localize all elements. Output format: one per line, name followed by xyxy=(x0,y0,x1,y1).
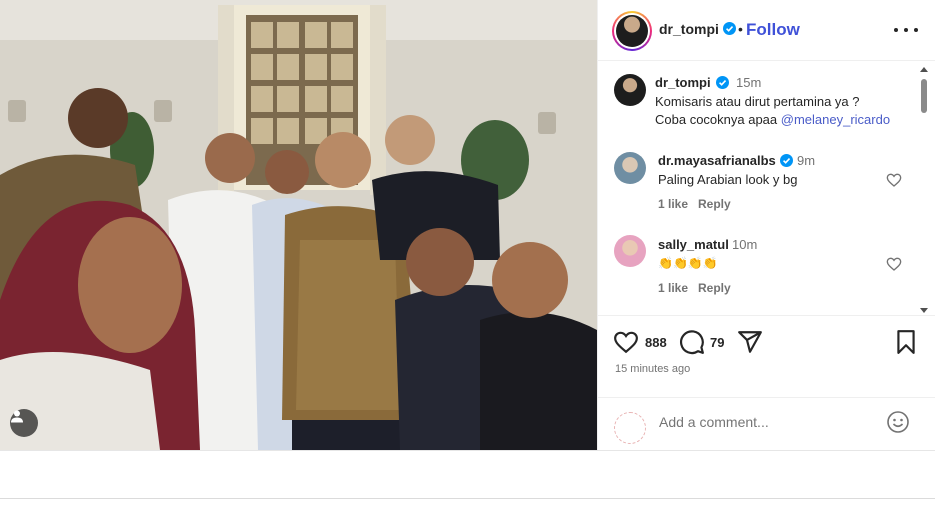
user-tag-icon xyxy=(11,410,23,423)
comment-text: Paling Arabian look y bg xyxy=(658,172,798,187)
more-options-icon[interactable] xyxy=(894,22,918,38)
user-tag-button[interactable] xyxy=(10,409,38,437)
comments-scrollbar[interactable] xyxy=(919,67,929,313)
caption-line-2-text: Coba cocoknya apaa xyxy=(655,112,781,127)
verified-badge-icon xyxy=(722,22,736,35)
heart-icon[interactable] xyxy=(613,329,639,355)
reply-button[interactable]: Reply xyxy=(698,281,731,295)
caption-time: 15m xyxy=(736,75,762,90)
scroll-down-arrow[interactable] xyxy=(920,308,928,313)
follow-button[interactable]: Follow xyxy=(746,20,800,40)
group-selfie-image xyxy=(0,0,597,450)
comment-input[interactable] xyxy=(659,414,869,430)
add-comment-bar xyxy=(598,397,935,451)
reply-button[interactable]: Reply xyxy=(698,197,731,211)
verified-badge-icon xyxy=(716,76,729,89)
posted-time[interactable]: 15 minutes ago xyxy=(615,363,690,375)
mention-link[interactable]: @melaney_ricardo xyxy=(781,112,890,127)
scroll-up-arrow[interactable] xyxy=(920,67,928,72)
comment-text: 👏👏👏👏 xyxy=(658,256,718,270)
comment-avatar[interactable] xyxy=(614,152,646,184)
caption-line-2: Coba cocoknya apaa @melaney_ricardo xyxy=(655,112,890,127)
comment-heart-icon[interactable] xyxy=(886,256,902,272)
post-side-panel: dr_tompi • Follow dr_tompi 15m Komisaris… xyxy=(597,0,935,450)
comment-likes[interactable]: 1 like xyxy=(658,281,688,295)
author-avatar[interactable] xyxy=(612,11,652,51)
comment-username[interactable]: sally_matul xyxy=(658,237,729,252)
comment-username[interactable]: dr.mayasafrianalbs xyxy=(658,153,776,168)
paper-plane-icon[interactable] xyxy=(737,329,763,355)
post-actions: 888 79 15 minutes ago xyxy=(598,315,935,450)
divider xyxy=(0,450,935,451)
divider xyxy=(0,498,935,499)
comment-bubble-icon[interactable] xyxy=(679,329,705,355)
post-header: dr_tompi • Follow xyxy=(598,0,935,61)
comment-heart-icon[interactable] xyxy=(886,172,902,188)
caption-line-1: Komisaris atau dirut pertamina ya ? xyxy=(655,94,860,109)
comment-likes[interactable]: 1 like xyxy=(658,197,688,211)
comments-count[interactable]: 79 xyxy=(710,335,724,350)
comment-time: 9m xyxy=(797,153,816,168)
comment-time: 10m xyxy=(732,237,758,252)
verified-badge-icon xyxy=(780,154,793,167)
bookmark-icon[interactable] xyxy=(893,329,919,355)
author-username[interactable]: dr_tompi xyxy=(659,21,719,37)
emoji-icon[interactable] xyxy=(886,410,910,434)
post-photo[interactable] xyxy=(0,0,597,450)
caption-username[interactable]: dr_tompi xyxy=(655,75,711,90)
comment-avatar[interactable] xyxy=(614,235,646,267)
comments-list[interactable]: dr_tompi 15m Komisaris atau dirut pertam… xyxy=(598,62,935,314)
scroll-thumb[interactable] xyxy=(921,79,927,113)
likes-count[interactable]: 888 xyxy=(645,335,667,350)
header-separator: • xyxy=(738,21,743,37)
current-user-avatar xyxy=(614,412,646,444)
caption-avatar[interactable] xyxy=(614,74,646,106)
